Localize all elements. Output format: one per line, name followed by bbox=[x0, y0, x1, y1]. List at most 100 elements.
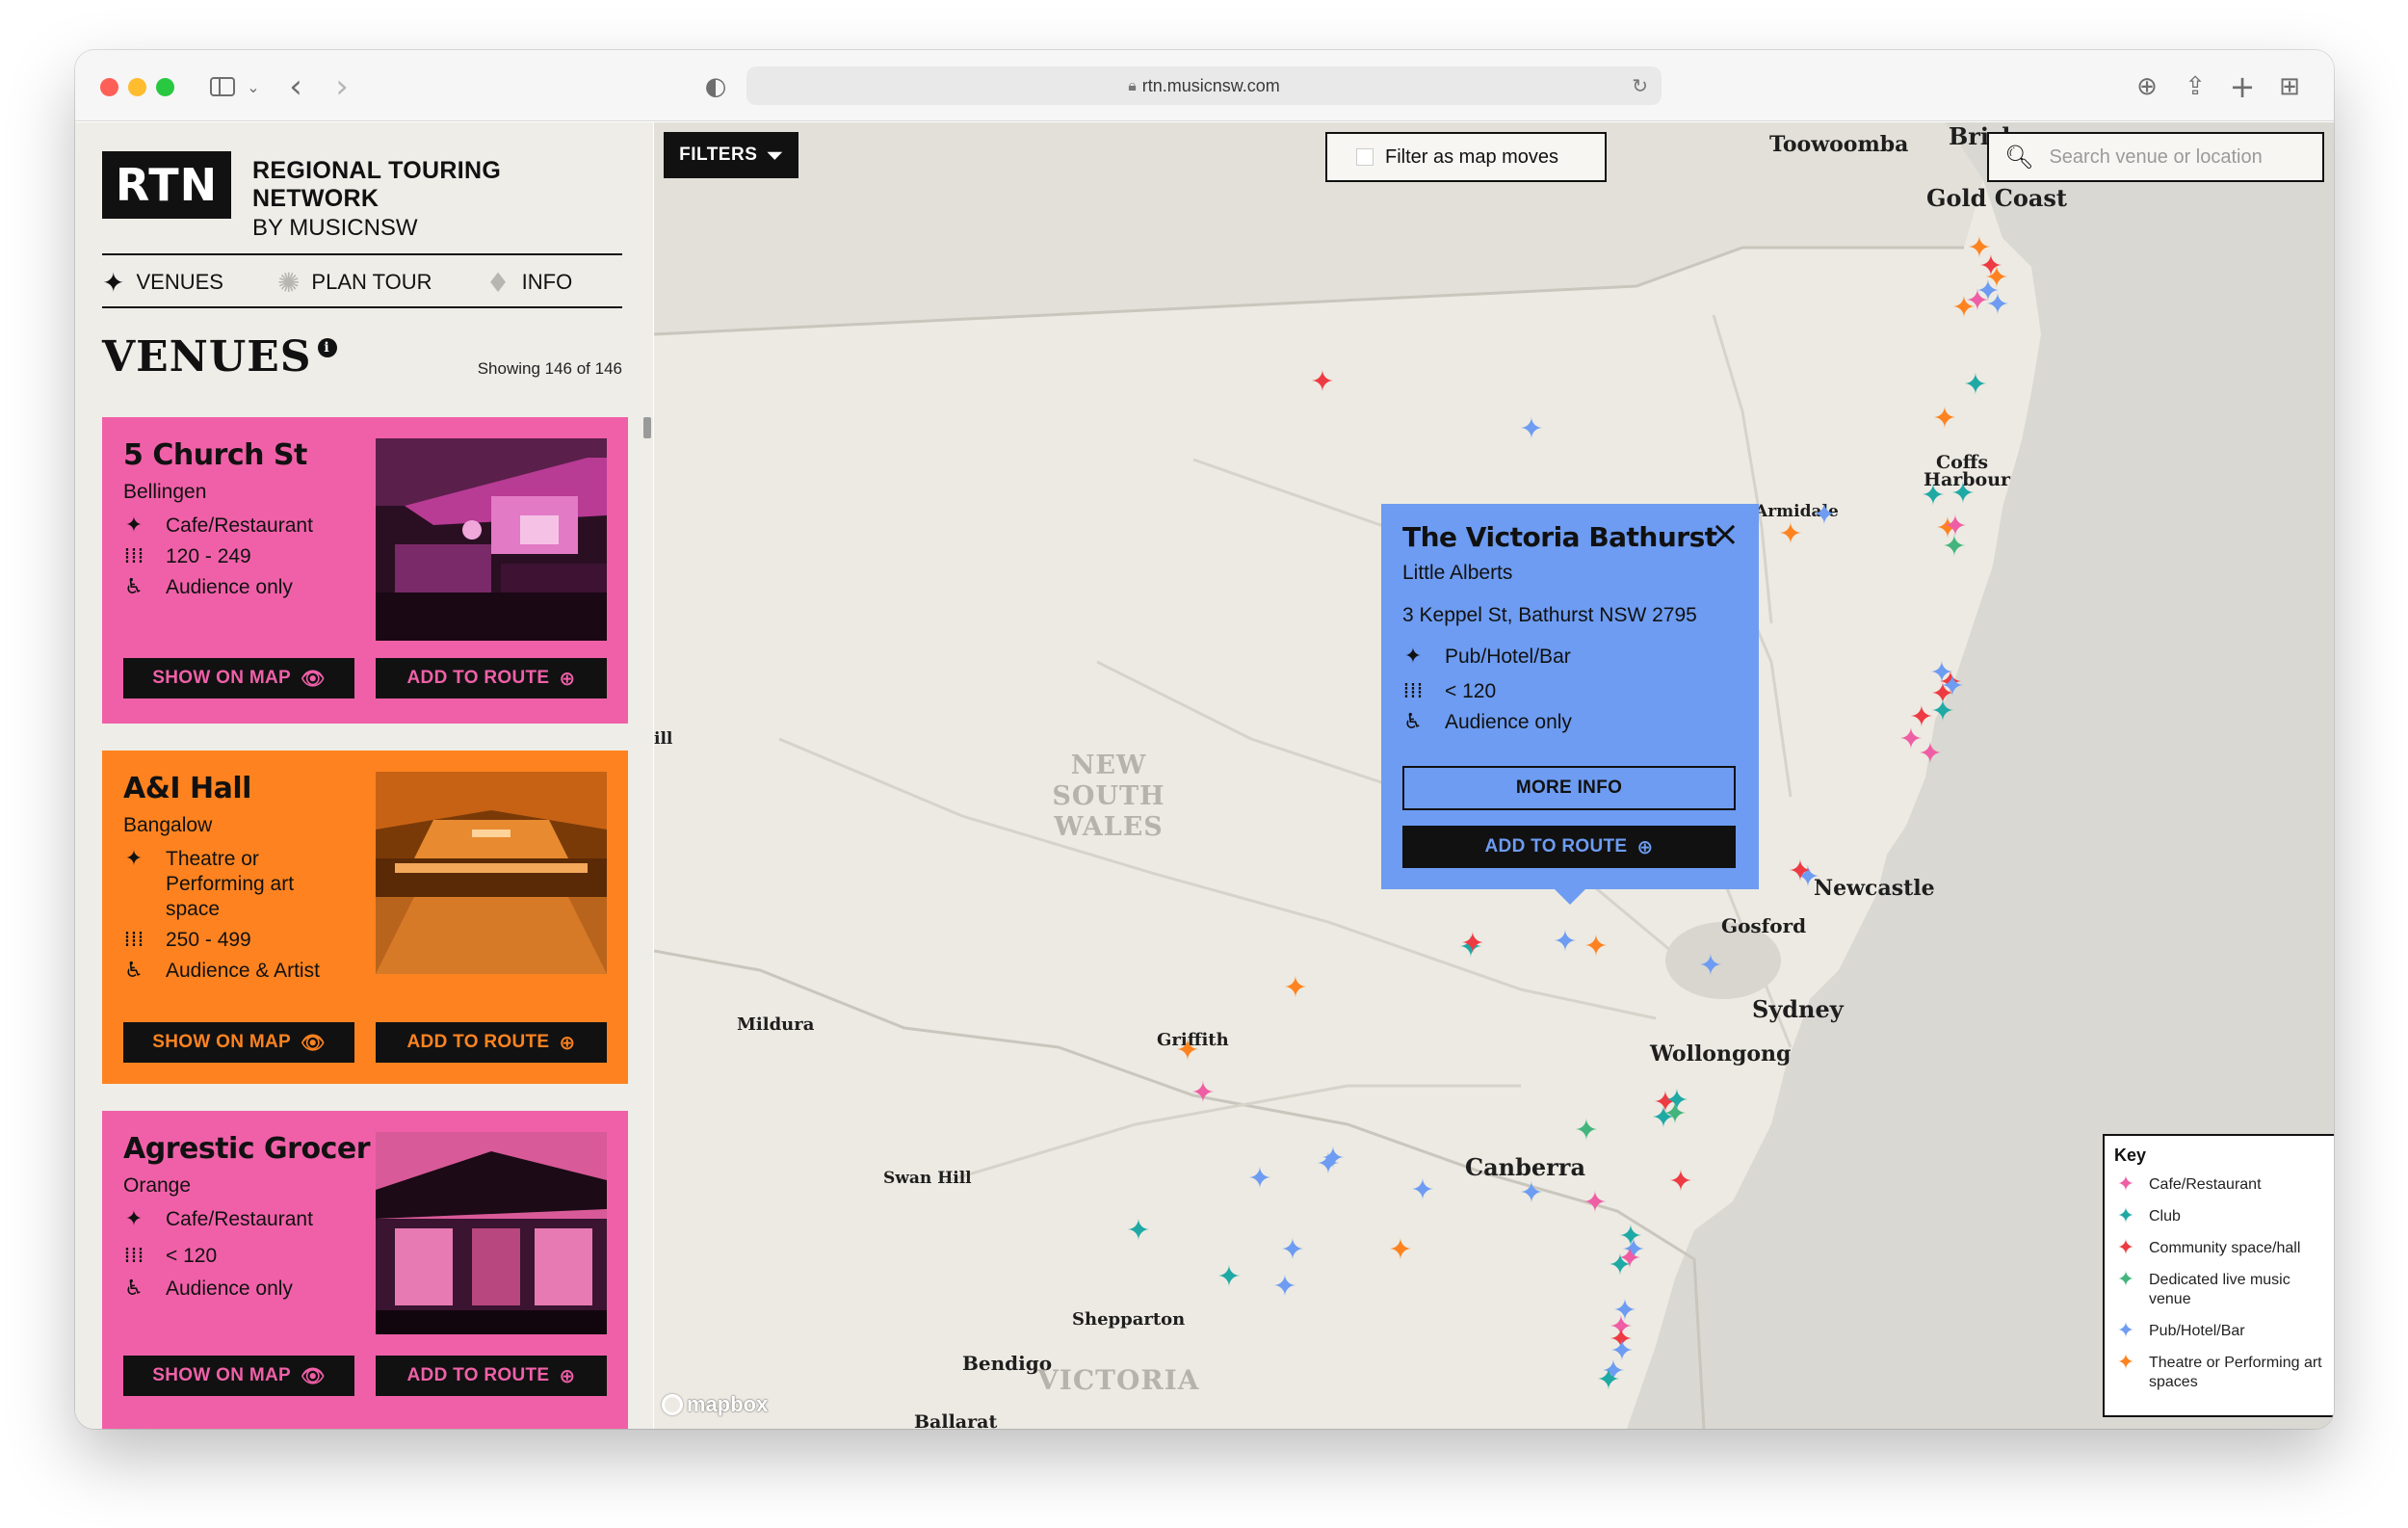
venue-marker-pub[interactable]: ✦ bbox=[1278, 1236, 1307, 1265]
search-box[interactable]: 🔍︎ bbox=[1987, 132, 2324, 182]
venue-photo[interactable] bbox=[376, 1132, 607, 1334]
venue-marker-pub[interactable]: ✦ bbox=[1517, 415, 1546, 444]
reload-icon[interactable]: ↻ bbox=[1632, 74, 1648, 97]
venue-title: 5 Church St bbox=[123, 438, 307, 472]
venue-marker-theatre[interactable]: ✦ bbox=[1776, 520, 1805, 549]
sidebar-toggle-icon[interactable] bbox=[206, 67, 239, 106]
add-to-route-button[interactable]: ADD TO ROUTE ⊕ bbox=[1402, 826, 1736, 868]
venue-marker-club[interactable]: ✦ bbox=[1215, 1263, 1243, 1292]
filters-button[interactable]: FILTERS ⏷ bbox=[664, 132, 798, 178]
popup-address: 3 Keppel St, Bathurst NSW 2795 bbox=[1402, 604, 1697, 626]
venue-marker-community[interactable]: ✦ bbox=[1786, 857, 1815, 886]
accessibility-icon: ♿︎ bbox=[124, 575, 144, 599]
diamond-icon: ♦ bbox=[485, 266, 510, 299]
map-legend: Key ✦ Cafe/Restaurant ✦ Club ✦ Community sp… bbox=[2103, 1134, 2334, 1417]
venue-marker-community[interactable]: ✦ bbox=[1308, 368, 1337, 397]
venue-marker-pub[interactable]: ✦ bbox=[1408, 1176, 1437, 1205]
add-to-route-button[interactable]: ADD TO ROUTE ⊕ bbox=[376, 658, 607, 698]
map-label-ballarat: Ballarat bbox=[914, 1411, 998, 1429]
back-arrow-icon[interactable]: ‹ bbox=[281, 67, 310, 106]
button-label: ADD TO ROUTE bbox=[406, 1032, 550, 1052]
venue-marker-pub[interactable]: ✦ bbox=[1314, 1150, 1343, 1179]
venue-marker-club[interactable]: ✦ bbox=[1961, 371, 1990, 400]
venue-marker-theatre[interactable]: ✦ bbox=[1386, 1236, 1415, 1265]
nav-item-plan-tour[interactable]: ✺ PLAN TOUR bbox=[277, 267, 432, 299]
download-icon[interactable]: ⊕ bbox=[2132, 67, 2162, 106]
brand-line2: BY MUSICNSW bbox=[252, 215, 418, 241]
checkbox[interactable] bbox=[1356, 148, 1374, 166]
venue-marker-club[interactable]: ✦ bbox=[1662, 1087, 1691, 1116]
venue-marker-cafe[interactable]: ✦ bbox=[1189, 1079, 1217, 1108]
chevron-down-icon[interactable]: ⌄ bbox=[244, 67, 263, 106]
address-bar[interactable]: 🔒︎ rtn.musicnsw.com ↻ bbox=[746, 66, 1662, 105]
more-info-button[interactable]: MORE INFO bbox=[1402, 766, 1736, 810]
venue-marker-pub[interactable]: ✦ bbox=[1517, 1179, 1546, 1208]
star-icon: ✦ bbox=[124, 514, 144, 538]
star-icon: ✦ bbox=[2116, 1236, 2135, 1260]
fullscreen-window-button[interactable] bbox=[156, 78, 174, 96]
venue-marker-theatre[interactable]: ✦ bbox=[1930, 405, 1959, 434]
venue-marker-theatre[interactable]: ✦ bbox=[1173, 1037, 1202, 1066]
venue-marker-live[interactable]: ✦ bbox=[1940, 533, 1969, 562]
venue-marker-pub[interactable]: ✦ bbox=[1551, 928, 1580, 957]
venue-marker-pub[interactable]: ✦ bbox=[1810, 501, 1839, 530]
new-tab-icon[interactable]: + bbox=[2227, 67, 2258, 106]
rtn-logo[interactable]: RTN bbox=[102, 151, 231, 219]
venue-marker-cafe[interactable]: ✦ bbox=[1916, 740, 1945, 769]
venue-town: Orange bbox=[123, 1174, 192, 1197]
show-on-map-button[interactable]: SHOW ON MAP 👁︎ bbox=[123, 1022, 354, 1063]
map-label-mildura: Mildura bbox=[737, 1014, 815, 1035]
venue-marker-club[interactable]: ✦ bbox=[1919, 482, 1948, 511]
add-to-route-button[interactable]: ADD TO ROUTE ⊕ bbox=[376, 1356, 607, 1396]
venue-marker-club[interactable]: ✦ bbox=[1949, 480, 1977, 509]
venue-marker-pub[interactable]: ✦ bbox=[1696, 952, 1725, 981]
close-window-button[interactable] bbox=[100, 78, 118, 96]
venue-marker-cafe[interactable]: ✦ bbox=[1963, 287, 1992, 316]
button-label: SHOW ON MAP bbox=[152, 1032, 291, 1052]
filter-icon: ⏷ bbox=[767, 144, 783, 167]
tab-overview-icon[interactable]: ⊞ bbox=[2274, 67, 2305, 106]
mapbox-logo[interactable]: mapbox bbox=[662, 1392, 768, 1417]
venue-map[interactable]: Toowoomba Brisbane Gold Coast Coffs Harb… bbox=[654, 122, 2334, 1429]
venue-marker-club[interactable]: ✦ bbox=[1124, 1217, 1153, 1246]
scrollbar-thumb[interactable] bbox=[643, 417, 651, 438]
venue-marker-community[interactable]: ✦ bbox=[1458, 930, 1487, 959]
star-icon: ✦ bbox=[2116, 1319, 2135, 1343]
venue-marker-cafe[interactable]: ✦ bbox=[1581, 1189, 1610, 1218]
venue-marker-theatre[interactable]: ✦ bbox=[1281, 974, 1310, 1003]
nav-item-info[interactable]: ♦ INFO bbox=[486, 267, 573, 299]
show-on-map-button[interactable]: SHOW ON MAP 👁︎ bbox=[123, 1356, 354, 1396]
filters-label: FILTERS bbox=[679, 145, 758, 165]
popup-access: Audience only bbox=[1445, 710, 1572, 733]
venue-photo[interactable] bbox=[376, 438, 607, 641]
popup-subtitle: Little Alberts bbox=[1402, 562, 1513, 584]
search-input[interactable] bbox=[2049, 145, 2319, 169]
legend-item: ✦ Theatre or Performing art spaces bbox=[2114, 1353, 2332, 1392]
info-icon[interactable]: i bbox=[317, 338, 337, 357]
add-to-route-button[interactable]: ADD TO ROUTE ⊕ bbox=[376, 1022, 607, 1063]
venue-type-row: ✦ Cafe/Restaurant bbox=[123, 1207, 345, 1232]
brand-title: REGIONAL TOURING NETWORK BY MUSICNSW bbox=[252, 157, 618, 242]
venue-photo[interactable] bbox=[376, 772, 607, 974]
venue-marker-live[interactable]: ✦ bbox=[1572, 1117, 1601, 1146]
forward-arrow-icon[interactable]: › bbox=[327, 67, 356, 106]
shield-icon[interactable]: ◐ bbox=[701, 67, 730, 106]
venue-marker-theatre[interactable]: ✦ bbox=[1582, 933, 1610, 962]
venue-marker-pub[interactable]: ✦ bbox=[1270, 1273, 1299, 1302]
venue-type-row: ✦ Theatre or Performing art space bbox=[123, 847, 345, 922]
venue-marker-club[interactable]: ✦ bbox=[1594, 1366, 1623, 1395]
share-icon[interactable]: ⇪ bbox=[2180, 67, 2211, 106]
nav-item-venues[interactable]: ✦ VENUES bbox=[102, 267, 223, 299]
button-label: ADD TO ROUTE bbox=[1484, 836, 1628, 856]
venue-marker-pub[interactable]: ✦ bbox=[1245, 1165, 1274, 1194]
accessibility-icon: ♿︎ bbox=[124, 1277, 144, 1301]
venue-access-row: ♿︎ Audience only bbox=[123, 575, 345, 600]
venue-access: Audience only bbox=[166, 576, 293, 598]
close-icon[interactable]: × bbox=[1711, 515, 1740, 554]
venue-marker-club[interactable]: ✦ bbox=[1606, 1251, 1635, 1280]
filter-as-map-moves-toggle[interactable]: Filter as map moves bbox=[1325, 132, 1607, 182]
lock-icon: 🔒︎ bbox=[1128, 76, 1137, 94]
minimize-window-button[interactable] bbox=[128, 78, 146, 96]
venue-marker-community[interactable]: ✦ bbox=[1666, 1168, 1695, 1197]
show-on-map-button[interactable]: SHOW ON MAP 👁︎ bbox=[123, 658, 354, 698]
